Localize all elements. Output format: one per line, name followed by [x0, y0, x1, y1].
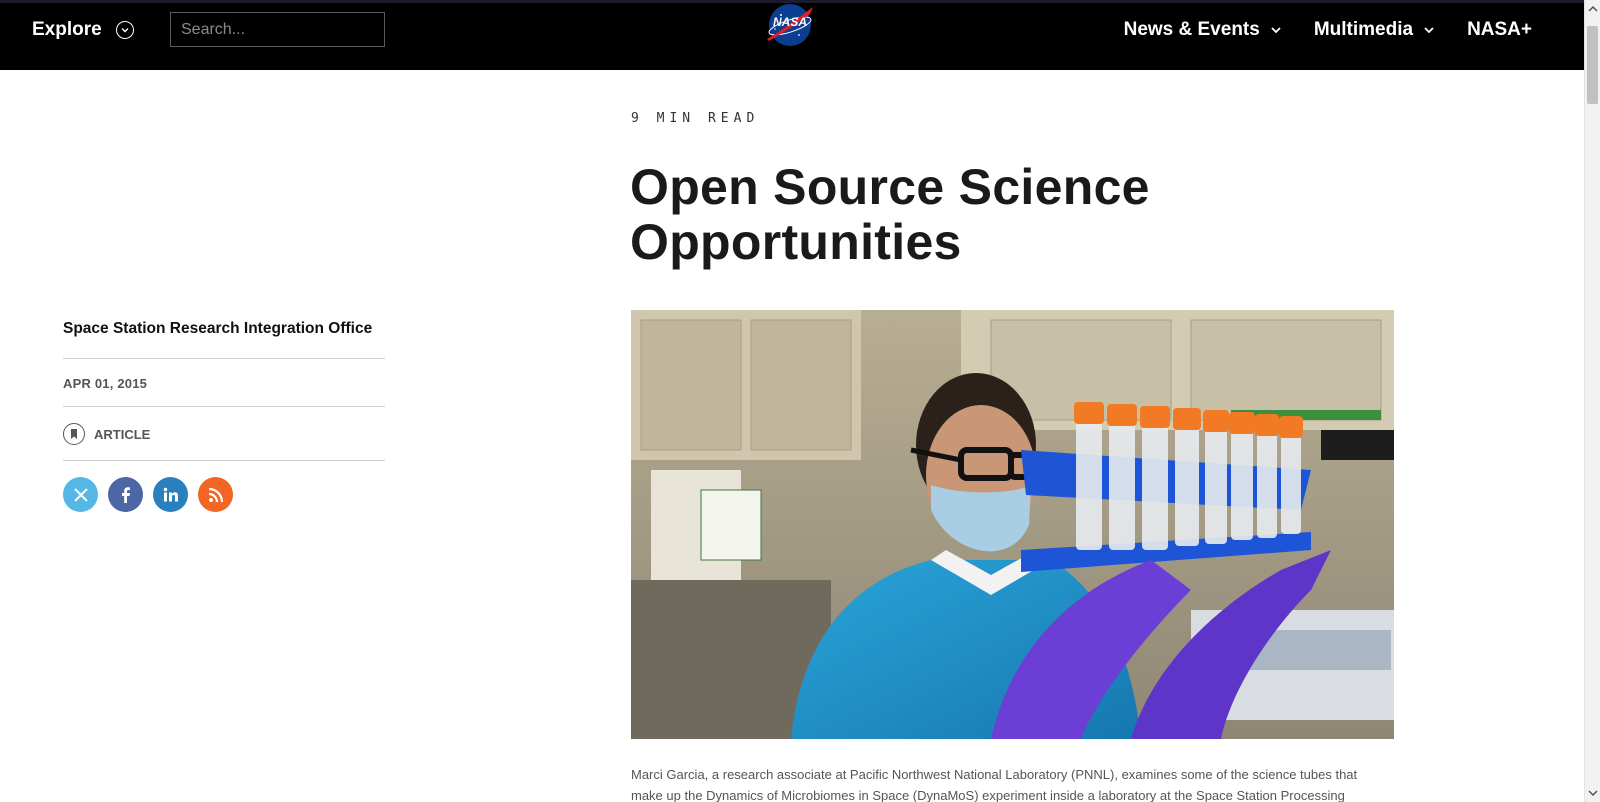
nav-multimedia-label: Multimedia: [1313, 19, 1414, 40]
page-title: Open Source Science Opportunities: [630, 160, 1390, 270]
image-caption: Marci Garcia, a research associate at Pa…: [631, 767, 1358, 802]
chevron-down-circle-icon: [115, 21, 134, 39]
nav-nasa-plus-label: NASA+: [1467, 19, 1532, 40]
nav-nasa-plus[interactable]: NASA+: [1467, 19, 1532, 41]
scroll-down-icon[interactable]: [1588, 788, 1598, 798]
facebook-icon: [121, 486, 130, 503]
nasa-logo[interactable]: NASA: [763, 1, 817, 47]
social-share: [63, 461, 385, 512]
linkedin-icon: [163, 487, 178, 501]
article-meta: Space Station Research Integration Offic…: [63, 320, 385, 512]
title-line-2: Opportunities: [630, 214, 962, 270]
title-line-1: Open Source Science: [630, 159, 1150, 215]
share-linkedin-button[interactable]: [153, 477, 188, 512]
scrollbar-thumb[interactable]: [1587, 26, 1598, 104]
search-input[interactable]: [170, 12, 385, 47]
x-icon: [73, 487, 88, 502]
main-nav: News & Events Multimedia NASA+: [1092, 19, 1532, 41]
scroll-up-icon[interactable]: [1588, 4, 1598, 14]
lab-photo: [631, 310, 1394, 739]
share-x-button[interactable]: [63, 477, 98, 512]
publish-date: APR 01, 2015: [63, 359, 385, 407]
nav-news-events-label: News & Events: [1123, 19, 1260, 40]
rss-icon: [208, 487, 223, 502]
read-time: 9 MIN READ: [631, 111, 760, 126]
content-type: ARTICLE: [63, 407, 385, 461]
content-type-label: ARTICLE: [94, 426, 151, 442]
site-header: Explore NASA News & Events Multimedia NA…: [0, 0, 1584, 70]
hero-image: [631, 310, 1394, 739]
author-office: Space Station Research Integration Offic…: [63, 320, 385, 359]
chevron-down-icon: [1424, 27, 1434, 34]
share-facebook-button[interactable]: [108, 477, 143, 512]
nav-multimedia[interactable]: Multimedia: [1314, 19, 1435, 41]
nasa-logo-text: NASA: [773, 15, 807, 29]
explore-label: Explore: [32, 19, 102, 40]
nav-news-events[interactable]: News & Events: [1124, 19, 1282, 41]
chevron-down-icon: [1271, 27, 1281, 34]
share-rss-button[interactable]: [198, 477, 233, 512]
bookmark-icon: [63, 423, 85, 445]
page-scrollbar[interactable]: [1584, 0, 1600, 802]
explore-menu-button[interactable]: Explore: [32, 19, 134, 41]
